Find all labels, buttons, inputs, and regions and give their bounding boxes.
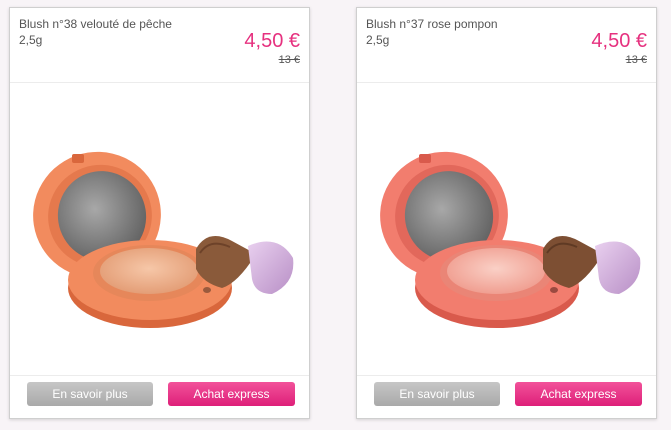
express-buy-button[interactable]: Achat express <box>515 382 642 406</box>
product-actions: En savoir plus Achat express <box>357 375 656 418</box>
product-actions: En savoir plus Achat express <box>10 375 309 418</box>
product-card: Blush n°38 velouté de pêche 2,5g 4,50 € … <box>9 7 310 419</box>
product-old-price: 13 € <box>278 54 300 66</box>
express-buy-button[interactable]: Achat express <box>168 382 295 406</box>
product-card: Blush n°37 rose pompon 2,5g 4,50 € 13 € <box>356 7 657 419</box>
blush-compact-rose-image[interactable] <box>357 83 656 383</box>
product-old-price: 13 € <box>625 54 647 66</box>
product-weight: 2,5g <box>366 33 390 47</box>
product-header: Blush n°38 velouté de pêche 2,5g 4,50 € … <box>10 8 309 83</box>
product-header: Blush n°37 rose pompon 2,5g 4,50 € 13 € <box>357 8 656 83</box>
product-weight: 2,5g <box>19 33 43 47</box>
learn-more-button[interactable]: En savoir plus <box>374 382 500 406</box>
learn-more-button[interactable]: En savoir plus <box>27 382 153 406</box>
product-title[interactable]: Blush n°38 velouté de pêche <box>19 17 172 32</box>
product-price: 4,50 € <box>244 30 300 52</box>
product-price: 4,50 € <box>591 30 647 52</box>
product-title[interactable]: Blush n°37 rose pompon <box>366 17 498 32</box>
blush-compact-peach-image[interactable] <box>10 83 309 383</box>
